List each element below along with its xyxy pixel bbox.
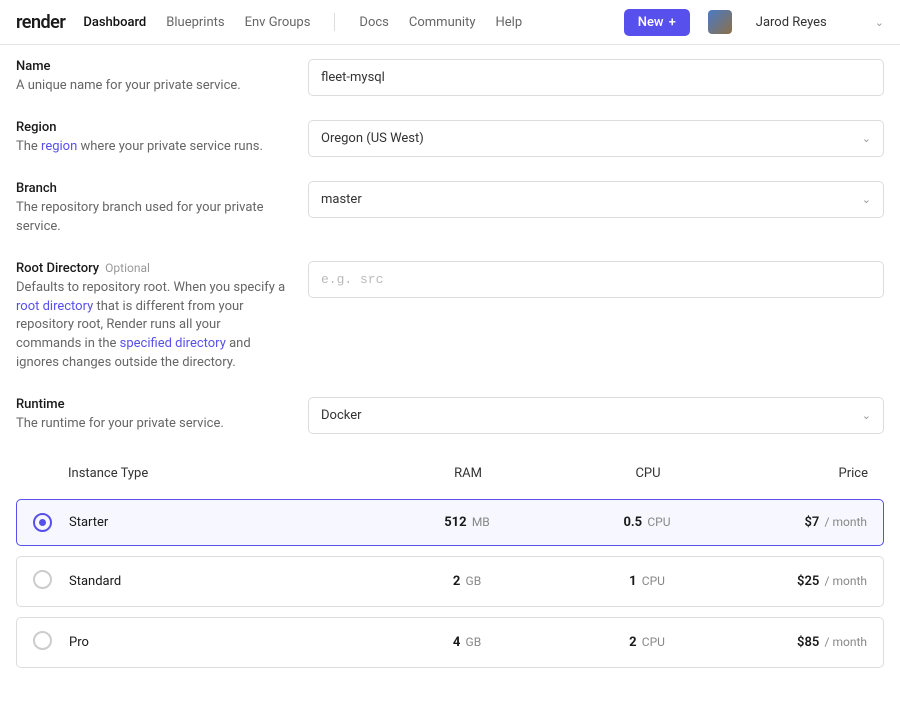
nav-community[interactable]: Community [409,15,476,30]
branch-select[interactable]: master⌄ [308,181,884,218]
runtime-label: Runtime [16,397,288,412]
chevron-down-icon: ⌄ [862,193,871,206]
plan-header: Instance Type RAM CPU Price [16,458,884,489]
chevron-down-icon: ⌄ [862,132,871,145]
avatar[interactable] [708,10,732,34]
region-select[interactable]: Oregon (US West)⌄ [308,120,884,157]
new-button[interactable]: New+ [624,9,690,36]
runtime-sub: The runtime for your private service. [16,415,288,434]
branch-label: Branch [16,181,288,196]
rootdir-sub: Defaults to repository root. When you sp… [16,279,288,373]
th-instance: Instance Type [68,466,378,481]
plan-price: $7 / month [737,515,867,530]
name-sub: A unique name for your private service. [16,77,288,96]
plan-cpu: 1 CPU [557,574,737,589]
plan-name: Standard [69,574,377,589]
nav-docs[interactable]: Docs [359,15,388,30]
radio-icon [33,631,52,650]
plan-ram: 2 GB [377,574,557,589]
plan-price: $85 / month [737,635,867,650]
chevron-down-icon: ⌄ [862,409,871,422]
name-input[interactable] [308,59,884,96]
plan-price: $25 / month [737,574,867,589]
plan-ram: 512 MB [377,515,557,530]
th-cpu: CPU [558,466,738,481]
nav-divider [334,13,335,31]
logo: render [16,12,65,33]
chevron-down-icon[interactable]: ⌄ [875,16,884,29]
rootdir-link2[interactable]: specified directory [120,336,226,351]
rootdir-label: Root DirectoryOptional [16,261,288,276]
region-label: Region [16,120,288,135]
plan-row[interactable]: Standard2 GB1 CPU$25 / month [16,556,884,607]
th-ram: RAM [378,466,558,481]
plan-ram: 4 GB [377,635,557,650]
nav-help[interactable]: Help [495,15,522,30]
region-sub: The region where your private service ru… [16,138,288,157]
plan-row[interactable]: Starter512 MB0.5 CPU$7 / month [16,499,884,546]
form-body: Name A unique name for your private serv… [0,45,900,708]
plan-name: Pro [69,635,377,650]
plan-row[interactable]: Pro4 GB2 CPU$85 / month [16,617,884,668]
rootdir-input[interactable] [308,261,884,298]
topbar: render Dashboard Blueprints Env Groups D… [0,0,900,45]
runtime-select[interactable]: Docker⌄ [308,397,884,434]
plan-name: Starter [69,515,377,530]
nav-envgroups[interactable]: Env Groups [245,15,311,30]
plus-icon: + [669,15,676,30]
th-price: Price [738,466,868,481]
nav-blueprints[interactable]: Blueprints [166,15,224,30]
branch-sub: The repository branch used for your priv… [16,199,288,237]
plan-cpu: 2 CPU [557,635,737,650]
plan-cpu: 0.5 CPU [557,515,737,530]
rootdir-link1[interactable]: root directory [16,299,93,314]
nav-main: Dashboard Blueprints Env Groups Docs Com… [83,13,522,31]
region-link[interactable]: region [41,139,77,154]
name-label: Name [16,59,288,74]
nav-dashboard[interactable]: Dashboard [83,15,146,30]
user-name[interactable]: Jarod Reyes [756,15,827,30]
radio-icon [33,513,52,532]
